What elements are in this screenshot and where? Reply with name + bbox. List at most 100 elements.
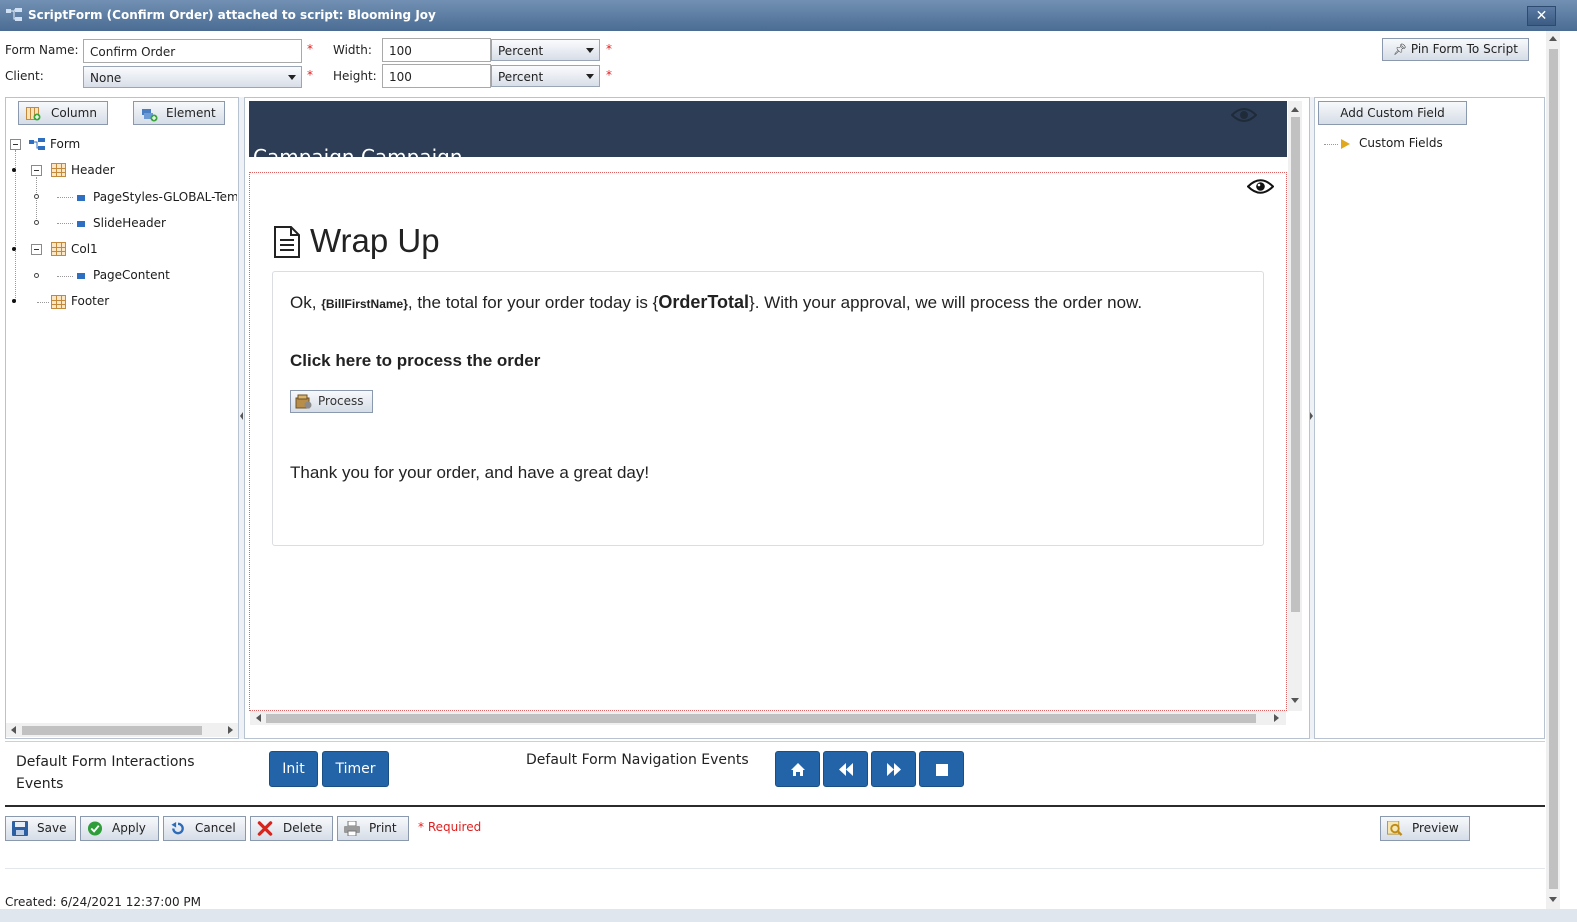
scroll-right-icon[interactable] [1274, 714, 1279, 722]
save-label: Save [37, 821, 67, 835]
tree-node-form[interactable]: Form [50, 137, 80, 151]
intro-paragraph: Ok, {BillFirstName}, the total for your … [290, 292, 1142, 313]
tree-horizontal-scrollbar[interactable] [6, 723, 238, 737]
home-button[interactable] [775, 751, 820, 787]
client-select[interactable]: None [83, 66, 302, 88]
cancel-button[interactable]: Cancel [163, 816, 246, 841]
tree-scroll-thumb[interactable] [22, 726, 202, 735]
apply-label: Apply [112, 821, 146, 835]
height-unit-select[interactable]: Percent [491, 65, 600, 87]
print-button[interactable]: Print [337, 816, 409, 841]
height-label: Height: [333, 69, 377, 83]
delete-button[interactable]: Delete [250, 816, 333, 841]
width-unit-select[interactable]: Percent [491, 39, 600, 61]
process-button-label: Process [318, 394, 364, 408]
checkmark-icon [87, 821, 103, 836]
close-button[interactable]: ✕ [1527, 6, 1556, 26]
preview-horizontal-scrollbar[interactable] [250, 711, 1286, 725]
stop-icon [936, 764, 948, 776]
form-node-icon [29, 138, 45, 150]
eye-icon[interactable] [1231, 107, 1257, 123]
order-total-field: OrderTotal [658, 292, 750, 312]
preview-label: Preview [1412, 821, 1459, 835]
tree-guide [57, 223, 73, 224]
process-button[interactable]: Process [290, 390, 373, 413]
tree-bullet [34, 220, 39, 225]
eye-icon[interactable] [1247, 178, 1274, 195]
stop-button[interactable] [919, 751, 964, 787]
window-titlebar: ScriptForm (Confirm Order) attached to s… [0, 0, 1577, 31]
scroll-down-icon[interactable] [1549, 897, 1557, 902]
home-icon [791, 763, 805, 776]
width-unit-value: Percent [498, 44, 544, 58]
custom-fields-node[interactable]: Custom Fields [1359, 136, 1443, 150]
scroll-right-icon[interactable] [228, 726, 233, 734]
tree-guide [57, 197, 73, 198]
divider [5, 741, 1545, 742]
width-input[interactable]: 100 [382, 38, 491, 62]
preview-vertical-scrollbar[interactable] [1288, 101, 1302, 711]
next-button[interactable] [871, 751, 916, 787]
intro-mid-text: , the total for your order today is [407, 293, 648, 312]
scroll-left-icon[interactable] [11, 726, 16, 734]
expand-arrow-icon[interactable] [1341, 139, 1350, 149]
tree-guide [37, 302, 49, 303]
tree-bullet [34, 194, 39, 199]
chevron-down-icon [586, 48, 594, 53]
apply-button[interactable]: Apply [80, 816, 159, 841]
pin-icon: 📌︎ [1393, 43, 1408, 56]
init-button[interactable]: Init [269, 751, 318, 787]
height-input[interactable]: 100 [382, 64, 491, 88]
document-icon [274, 226, 300, 258]
column-grid-icon [51, 242, 66, 256]
client-required-mark: * [307, 68, 313, 82]
scroll-left-icon[interactable] [256, 714, 261, 722]
window-scroll-thumb[interactable] [1549, 49, 1558, 889]
window-vertical-scrollbar[interactable] [1546, 31, 1560, 909]
add-column-button[interactable]: Column [18, 101, 108, 125]
intro-end-text: . With your approval, we will process th… [754, 293, 1143, 312]
collapse-left-icon[interactable] [240, 412, 243, 420]
init-button-label: Init [282, 761, 305, 777]
tree-bullet [12, 168, 16, 172]
tree-node-col1[interactable]: Col1 [71, 242, 98, 256]
footer-grid-icon [51, 295, 66, 309]
height-unit-value: Percent [498, 70, 544, 84]
previous-button[interactable] [823, 751, 868, 787]
preview-vscroll-thumb[interactable] [1291, 117, 1300, 612]
timer-button[interactable]: Timer [322, 751, 389, 787]
tree-node-page-content[interactable]: PageContent [93, 268, 170, 282]
process-icon [295, 394, 312, 409]
window-bottom-border [0, 909, 1577, 922]
preview-slide-header[interactable]: Campaign Campaign [249, 101, 1287, 157]
pin-form-button[interactable]: 📌︎ Pin Form To Script [1382, 38, 1529, 61]
scroll-up-icon[interactable] [1549, 36, 1557, 41]
tree-node-footer[interactable]: Footer [71, 294, 109, 308]
tree-guide [36, 177, 37, 225]
tree-collapse-form[interactable] [10, 139, 21, 150]
header-campaign-text: Campaign Campaign [253, 145, 463, 157]
print-label: Print [369, 821, 397, 835]
client-label: Client: [5, 69, 44, 83]
tree-collapse-header[interactable] [31, 165, 42, 176]
custom-fields-pane [1314, 97, 1545, 739]
form-name-input[interactable]: Confirm Order [83, 39, 302, 63]
required-note: * Required [418, 820, 482, 834]
element-icon [77, 195, 85, 201]
tree-node-page-styles[interactable]: PageStyles-GLOBAL-Temp [93, 190, 237, 204]
preview-hscroll-thumb[interactable] [266, 714, 1256, 723]
preview-button[interactable]: Preview [1380, 816, 1470, 841]
add-column-label: Column [51, 106, 97, 120]
width-required-mark: * [606, 42, 612, 56]
collapse-right-icon[interactable] [1310, 412, 1313, 420]
scroll-down-icon[interactable] [1291, 698, 1299, 703]
delete-x-icon [257, 821, 273, 836]
scroll-up-icon[interactable] [1291, 107, 1299, 112]
save-button[interactable]: Save [5, 816, 76, 841]
divider [5, 868, 1545, 869]
tree-collapse-col1[interactable] [31, 244, 42, 255]
add-custom-field-button[interactable]: Add Custom Field [1318, 101, 1467, 125]
tree-node-slide-header[interactable]: SlideHeader [93, 216, 166, 230]
add-element-button[interactable]: Element [133, 101, 225, 125]
tree-node-header[interactable]: Header [71, 163, 115, 177]
